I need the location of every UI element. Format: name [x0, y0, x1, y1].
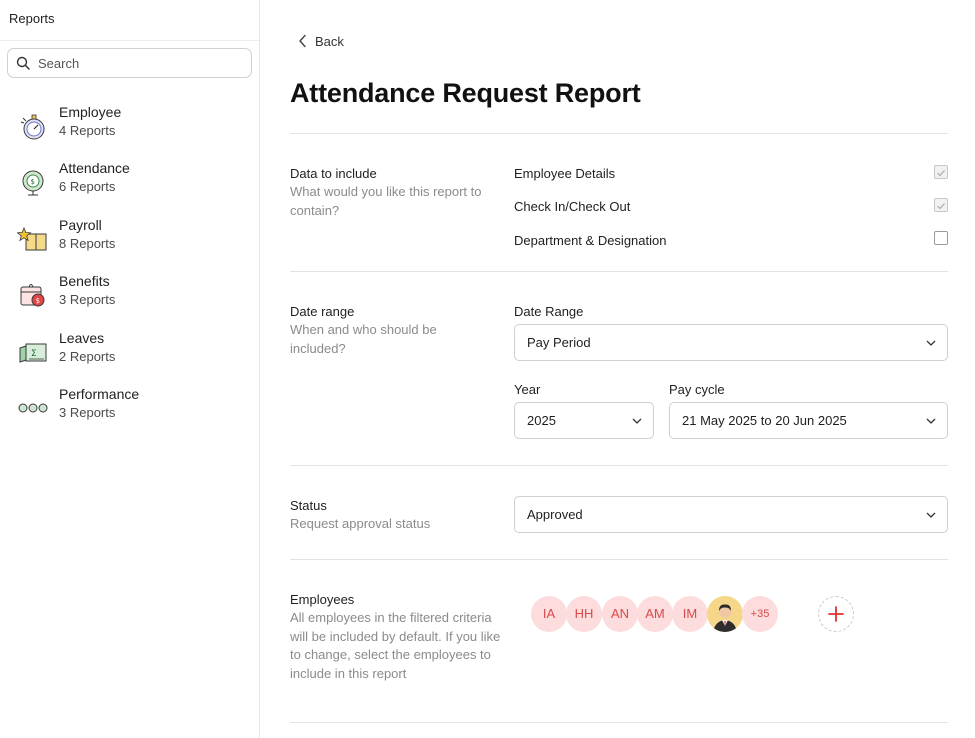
avatar[interactable]: IA — [531, 596, 567, 632]
sidebar-item-label: Leaves — [59, 330, 105, 346]
sidebar-item-label: Benefits — [59, 273, 110, 289]
stopwatch-icon — [20, 114, 45, 140]
sidebar-item-count: 3 Reports — [59, 292, 116, 307]
date-range-label: Date Range — [514, 304, 584, 319]
sidebar-item-performance[interactable]: Performance 3 Reports — [0, 382, 259, 434]
chevron-down-icon — [926, 418, 936, 424]
back-button[interactable]: Back — [298, 32, 344, 50]
sidebar-item-employee[interactable]: Employee 4 Reports — [0, 100, 259, 152]
option-label-check-in-out: Check In/Check Out — [514, 199, 631, 214]
sidebar-item-count: 4 Reports — [59, 123, 116, 138]
divider — [290, 722, 948, 723]
status-section-description: Request approval status — [290, 516, 431, 531]
date-range-select[interactable]: Pay Period — [514, 324, 948, 361]
year-value: 2025 — [527, 413, 556, 428]
employees-section-label: Employees — [290, 592, 355, 607]
back-label: Back — [315, 33, 344, 49]
calendar-coin-icon: $ — [20, 284, 45, 307]
sidebar-item-payroll[interactable]: Payroll 8 Reports — [0, 213, 259, 265]
year-label: Year — [514, 382, 541, 397]
search-box[interactable] — [7, 48, 252, 78]
plus-icon — [828, 606, 844, 622]
svg-text:$: $ — [31, 178, 35, 186]
sidebar-item-count: 8 Reports — [59, 236, 116, 251]
avatar[interactable]: AM — [637, 596, 673, 632]
sidebar-item-count: 6 Reports — [59, 179, 116, 194]
employee-details-checkbox[interactable] — [934, 165, 948, 179]
check-icon — [937, 170, 946, 177]
sidebar-item-attendance[interactable]: $ Attendance 6 Reports — [0, 156, 259, 208]
department-designation-checkbox[interactable] — [934, 231, 948, 245]
divider — [290, 271, 948, 272]
divider — [0, 40, 259, 41]
svg-text:Σ: Σ — [31, 349, 37, 359]
option-label-department: Department & Designation — [514, 233, 667, 248]
date-range-value: Pay Period — [527, 335, 591, 350]
option-label-employee-details: Employee Details — [514, 166, 616, 181]
pay-cycle-label: Pay cycle — [669, 382, 725, 397]
divider — [290, 133, 948, 134]
pay-cycle-select[interactable]: 21 May 2025 to 20 Jun 2025 — [669, 402, 948, 439]
sidebar: Reports Employee 4 Reports $ Attenda — [0, 0, 260, 738]
check-in-out-checkbox[interactable] — [934, 198, 948, 212]
ledger-icon: Σ — [19, 343, 47, 363]
rings-icon — [18, 403, 48, 413]
more-avatars-badge[interactable]: +35 — [742, 596, 778, 632]
chevron-down-icon — [632, 418, 642, 424]
check-icon — [937, 203, 946, 210]
sidebar-item-label: Performance — [59, 386, 140, 402]
chevron-left-icon — [299, 34, 306, 48]
date-section-description: When and who should be included? — [290, 322, 437, 356]
sidebar-item-label: Attendance — [59, 160, 130, 176]
add-employee-button[interactable] — [818, 596, 854, 632]
avatar[interactable]: HH — [566, 596, 602, 632]
employees-section-description: All employees in the filtered criteria w… — [290, 610, 501, 681]
avatar[interactable]: AN — [602, 596, 638, 632]
status-select[interactable]: Approved — [514, 496, 948, 533]
chevron-down-icon — [926, 512, 936, 518]
sidebar-item-leaves[interactable]: Σ Leaves 2 Reports — [0, 326, 259, 378]
sidebar-item-benefits[interactable]: $ Benefits 3 Reports — [0, 269, 259, 321]
year-select[interactable]: 2025 — [514, 402, 654, 439]
data-section-description: What would you like this report to conta… — [290, 184, 482, 218]
sidebar-item-count: 2 Reports — [59, 349, 116, 364]
divider — [290, 465, 948, 466]
sidebar-item-label: Employee — [59, 104, 122, 120]
chevron-down-icon — [926, 340, 936, 346]
status-value: Approved — [527, 507, 583, 522]
date-section-label: Date range — [290, 304, 355, 319]
sidebar-item-count: 3 Reports — [59, 405, 116, 420]
avatar-photo[interactable] — [707, 596, 743, 632]
avatar[interactable]: IM — [672, 596, 708, 632]
search-icon — [16, 56, 30, 70]
status-section-label: Status — [290, 498, 327, 513]
sidebar-title: Reports — [9, 11, 55, 26]
gift-star-icon — [17, 226, 47, 251]
search-input[interactable] — [38, 54, 238, 72]
page-title: Attendance Request Report — [290, 78, 641, 108]
data-section-label: Data to include — [290, 166, 377, 181]
divider — [290, 559, 948, 560]
main-panel: Back Attendance Request Report Data to i… — [260, 0, 975, 738]
sidebar-item-label: Payroll — [59, 217, 102, 233]
globe-clock-icon: $ — [22, 170, 44, 196]
pay-cycle-value: 21 May 2025 to 20 Jun 2025 — [682, 413, 847, 428]
person-icon — [707, 596, 743, 632]
svg-text:$: $ — [36, 297, 40, 305]
